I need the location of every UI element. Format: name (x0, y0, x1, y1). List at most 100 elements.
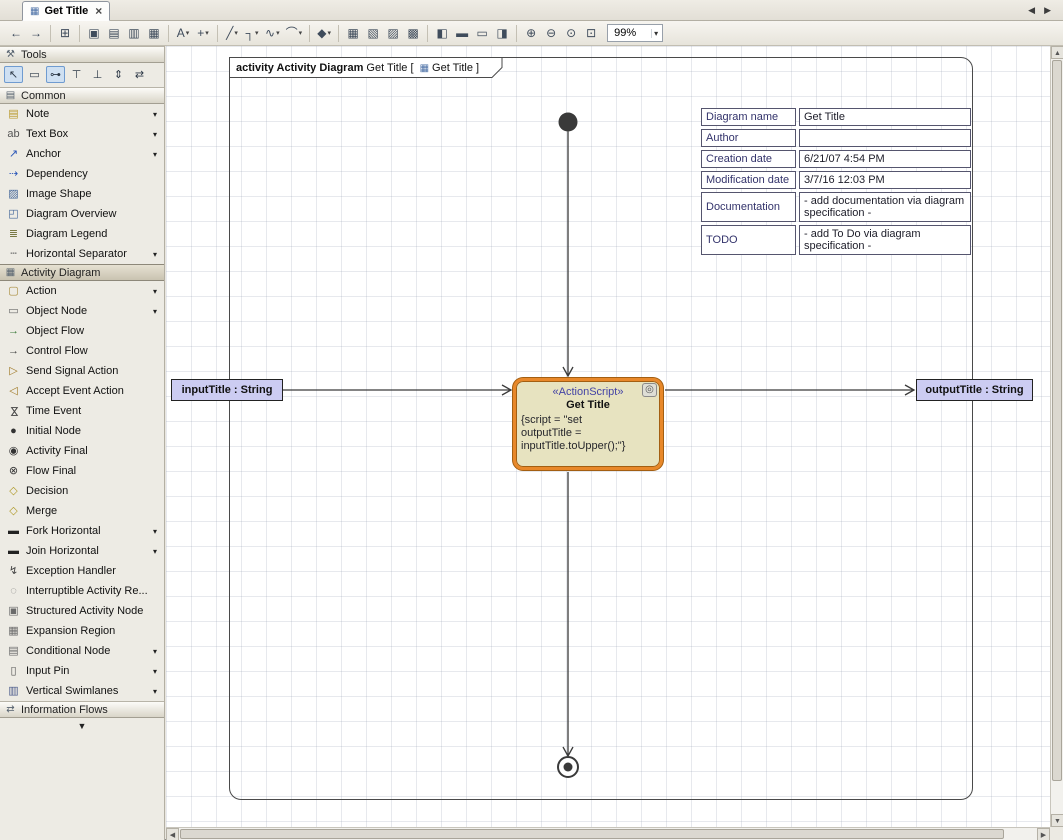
swimlane-left-button[interactable]: ◧ (432, 23, 452, 43)
palette-item-interruptible-activity-re[interactable]: ◌Interruptible Activity Re... (0, 581, 164, 601)
rectilinear-path-button[interactable]: ┐▾ (242, 23, 262, 43)
palette-item-initial-node[interactable]: ●Initial Node (0, 421, 164, 441)
dropdown-caret-icon[interactable]: ▾ (299, 29, 303, 37)
section-header-information-flows[interactable]: ⇄Information Flows (0, 701, 164, 718)
initial-node[interactable] (559, 113, 578, 132)
distribute-horizontal-tool-button[interactable]: ⇄ (130, 66, 149, 83)
align-bottom-tool-button[interactable]: ⊥ (88, 66, 107, 83)
diagram-canvas[interactable]: activity Activity Diagram Get Title [ ▦G… (166, 46, 1050, 827)
palette-item-activity-final[interactable]: ◉Activity Final (0, 441, 164, 461)
align-top-tool-button[interactable]: ⊤ (67, 66, 86, 83)
action-node-get-title[interactable]: ◎ «ActionScript» Get Title {script = "se… (513, 378, 663, 470)
palette-item-conditional-node[interactable]: ▤Conditional Node▾ (0, 641, 164, 661)
horizontal-scroll-thumb[interactable] (180, 829, 1004, 839)
palette-item-diagram-overview[interactable]: ◰Diagram Overview (0, 204, 164, 224)
dropdown-caret-icon[interactable]: ▾ (150, 250, 160, 259)
swimlane-right-button[interactable]: ◨ (492, 23, 512, 43)
palette-item-time-event[interactable]: ⋈Time Event (0, 401, 164, 421)
palette-more-button[interactable]: ▼ (0, 718, 164, 734)
oblique-path-button[interactable]: ╱▾ (222, 23, 242, 43)
dropdown-caret-icon[interactable]: ▾ (150, 547, 160, 556)
palette-item-dependency[interactable]: ⇢Dependency (0, 164, 164, 184)
palette-item-join-horizontal[interactable]: ▬Join Horizontal▾ (0, 541, 164, 561)
palette-item-vertical-swimlanes[interactable]: ▥Vertical Swimlanes▾ (0, 681, 164, 701)
font-settings-button[interactable]: A▾ (173, 23, 193, 43)
select-tool-button[interactable]: ↖ (4, 66, 23, 83)
insert-point-button[interactable]: +▾ (193, 23, 213, 43)
dropdown-caret-icon[interactable]: ▾ (150, 527, 160, 536)
scroll-up-icon[interactable]: ▲ (1051, 46, 1063, 59)
dropdown-caret-icon[interactable]: ▾ (150, 667, 160, 676)
scroll-left-icon[interactable]: ◀ (166, 828, 179, 840)
control-flow-initial-to-action[interactable] (563, 132, 573, 377)
palette-item-action[interactable]: ▢Action▾ (0, 281, 164, 301)
copy-button[interactable]: ▣ (84, 23, 104, 43)
object-flow-input-to-action[interactable] (283, 385, 511, 395)
zoom-combobox[interactable]: 99% ▾ (607, 24, 663, 42)
dropdown-caret-icon[interactable]: ▾ (150, 307, 160, 316)
paste-button[interactable]: ▤ (104, 23, 124, 43)
tab-close-icon[interactable]: × (95, 6, 102, 16)
scroll-right-icon[interactable]: ▶ (1037, 828, 1050, 840)
quick-layout-button[interactable]: ▩ (403, 23, 423, 43)
object-flow-action-to-output[interactable] (665, 385, 914, 395)
zoom-out-button[interactable]: ⊖ (541, 23, 561, 43)
palette-item-exception-handler[interactable]: ↯Exception Handler (0, 561, 164, 581)
dropdown-caret-icon[interactable]: ▾ (255, 29, 259, 37)
containment-tree-button[interactable]: ⊞ (55, 23, 75, 43)
back-button[interactable]: ← (6, 23, 26, 43)
tab-scroll-left-icon[interactable]: ◀ (1028, 5, 1035, 16)
forward-button[interactable]: → (26, 23, 46, 43)
activity-final-node[interactable] (558, 757, 578, 777)
dropdown-caret-icon[interactable]: ▾ (150, 110, 160, 119)
palette-item-expansion-region[interactable]: ▦Expansion Region (0, 621, 164, 641)
distribute-vertical-tool-button[interactable]: ⇕ (109, 66, 128, 83)
snap-to-grid-button[interactable]: ▧ (363, 23, 383, 43)
marquee-select-tool-button[interactable]: ▭ (25, 66, 44, 83)
output-parameter-node[interactable]: outputTitle : String (916, 379, 1033, 401)
dropdown-caret-icon[interactable]: ▾ (234, 29, 238, 37)
dropdown-caret-icon[interactable]: ▾ (150, 150, 160, 159)
zoom-1-1-button[interactable]: ⊙ (561, 23, 581, 43)
arc-path-button[interactable]: ⌒▾ (283, 23, 306, 43)
palette-item-input-pin[interactable]: ▯Input Pin▾ (0, 661, 164, 681)
dropdown-caret-icon[interactable]: ▾ (186, 29, 190, 37)
palette-item-control-flow[interactable]: →Control Flow (0, 341, 164, 361)
palette-item-send-signal-action[interactable]: ▷Send Signal Action (0, 361, 164, 381)
palette-item-flow-final[interactable]: ⊗Flow Final (0, 461, 164, 481)
palette-item-horizontal-separator[interactable]: ┄Horizontal Separator▾ (0, 244, 164, 264)
palette-item-object-flow[interactable]: →Object Flow (0, 321, 164, 341)
quick-link-tool-button[interactable]: ⊶ (46, 66, 65, 83)
show-grid-button[interactable]: ▦ (343, 23, 363, 43)
palette-item-diagram-legend[interactable]: ≣Diagram Legend (0, 224, 164, 244)
paste-reference-button[interactable]: ▥ (124, 23, 144, 43)
make-same-width-button[interactable]: ▬ (452, 23, 472, 43)
horizontal-scrollbar[interactable]: ◀ ▶ (166, 827, 1050, 840)
section-header-activity-diagram[interactable]: ▦Activity Diagram (0, 264, 164, 281)
palette-item-fork-horizontal[interactable]: ▬Fork Horizontal▾ (0, 521, 164, 541)
bezier-path-button[interactable]: ∿▾ (262, 23, 283, 43)
scroll-down-icon[interactable]: ▼ (1051, 814, 1063, 827)
dropdown-caret-icon[interactable]: ▾ (150, 647, 160, 656)
section-header-common[interactable]: ▤Common (0, 87, 164, 104)
grid-options-button[interactable]: ▨ (383, 23, 403, 43)
vertical-scrollbar[interactable]: ▲ ▼ (1050, 46, 1063, 827)
dropdown-caret-icon[interactable]: ▾ (150, 130, 160, 139)
palette-item-decision[interactable]: ◇Decision (0, 481, 164, 501)
dependency-style-button[interactable]: ◆▾ (314, 23, 334, 43)
dropdown-caret-icon[interactable]: ▾ (276, 29, 280, 37)
zoom-fit-button[interactable]: ⊡ (581, 23, 601, 43)
zoom-in-button[interactable]: ⊕ (521, 23, 541, 43)
section-header-tools[interactable]: ⚒ Tools (0, 46, 164, 63)
tab-scroll-right-icon[interactable]: ▶ (1044, 5, 1051, 16)
palette-item-structured-activity-node[interactable]: ▣Structured Activity Node (0, 601, 164, 621)
dropdown-caret-icon[interactable]: ▾ (150, 687, 160, 696)
dropdown-caret-icon[interactable]: ▾ (205, 29, 209, 37)
palette-item-image-shape[interactable]: ▨Image Shape (0, 184, 164, 204)
palette-item-anchor[interactable]: ↗Anchor▾ (0, 144, 164, 164)
dropdown-caret-icon[interactable]: ▾ (150, 287, 160, 296)
make-same-height-button[interactable]: ▭ (472, 23, 492, 43)
zoom-caret-icon[interactable]: ▾ (651, 29, 660, 38)
palette-item-object-node[interactable]: ▭Object Node▾ (0, 301, 164, 321)
palette-item-accept-event-action[interactable]: ◁Accept Event Action (0, 381, 164, 401)
